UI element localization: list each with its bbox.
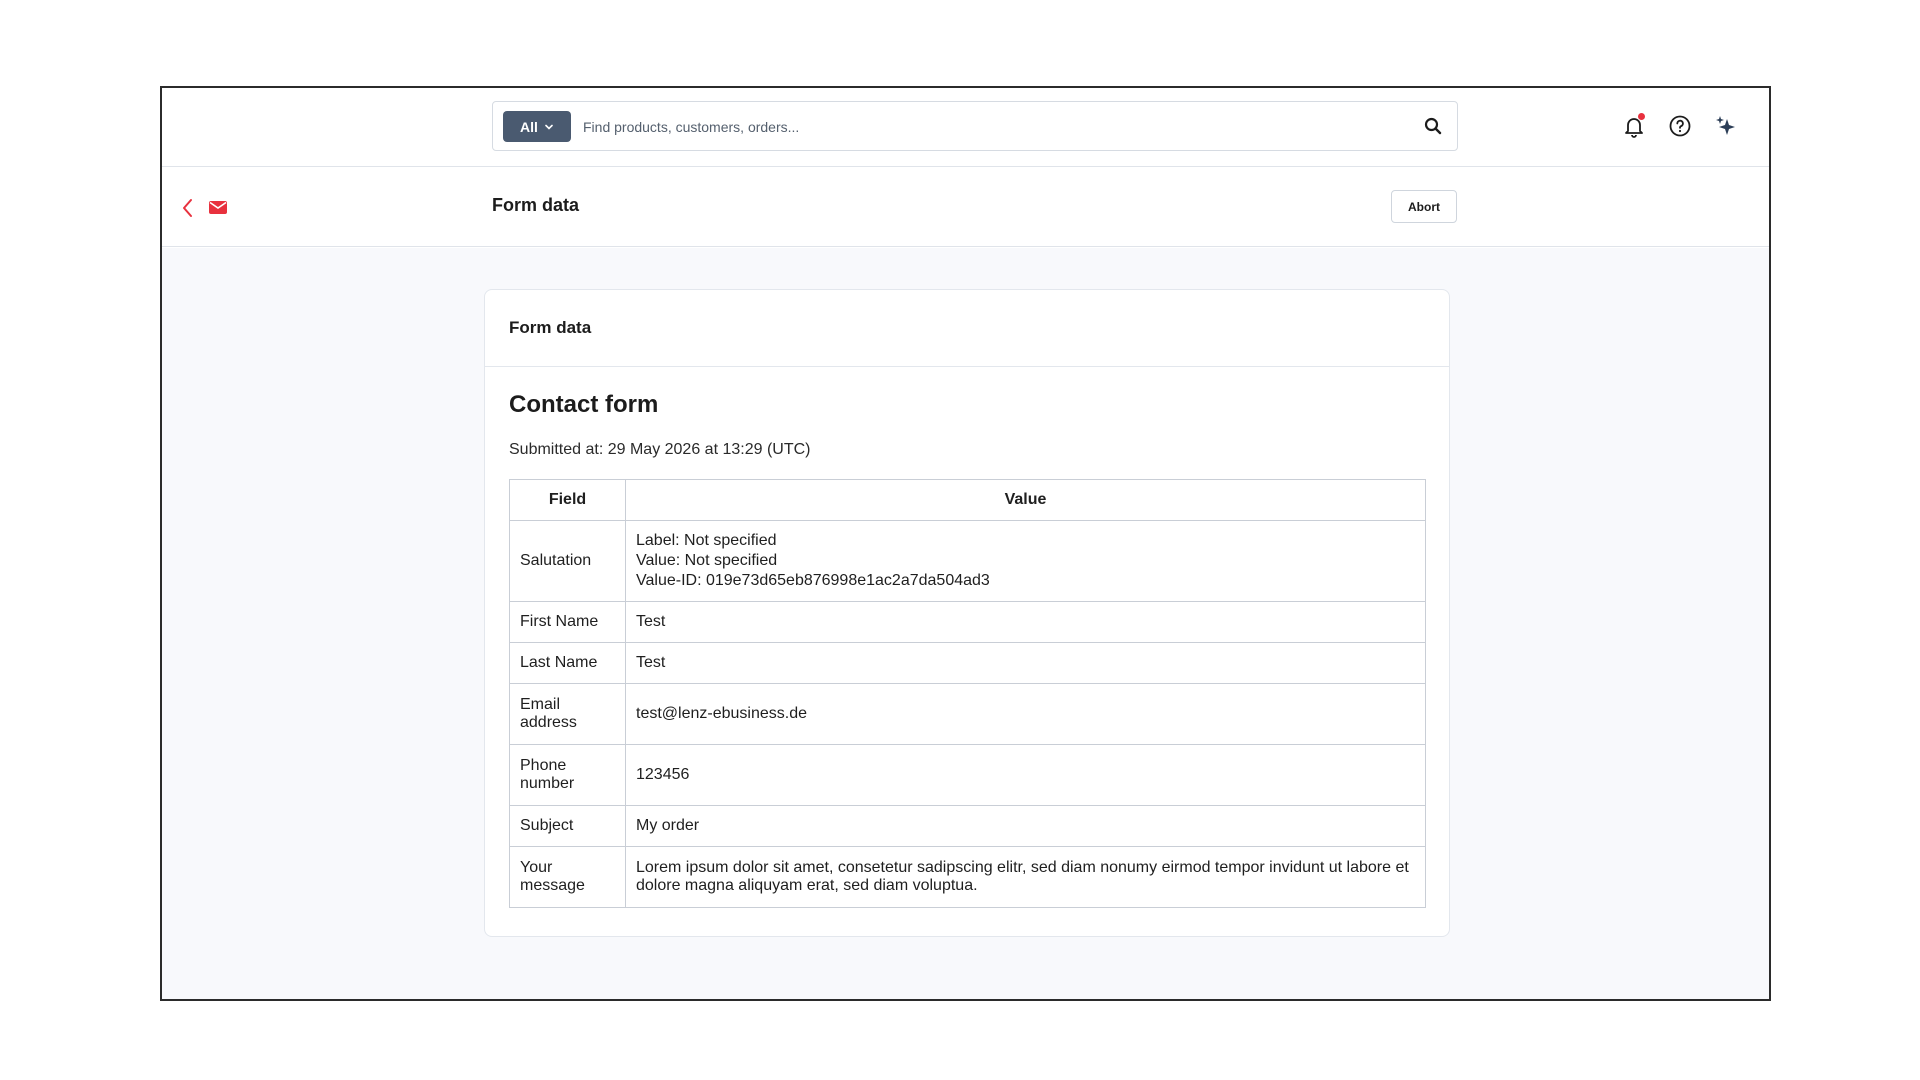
top-actions [1621,113,1739,139]
sparkle-icon [1716,116,1735,135]
global-search: All [492,101,1458,151]
page-header: Form data Abort [162,167,1769,247]
value-cell: test@lenz-ebusiness.de [625,683,1426,745]
notification-badge [1638,113,1645,120]
main-content: Form data Contact form Submitted at: 29 … [162,248,1769,999]
column-header-field: Field [509,479,626,521]
field-cell: Salutation [509,520,626,602]
search-filter-label: All [520,118,538,135]
search-icon[interactable] [1423,116,1443,136]
field-cell: Email address [509,683,626,745]
form-data-table: Field Value Salutation Label: Not specif… [509,479,1426,908]
form-title: Contact form [509,391,659,418]
table-row: Salutation Label: Not specified Value: N… [509,520,1426,602]
table-header-row: Field Value [509,479,1426,521]
field-cell: Your message [509,846,626,908]
value-cell: Lorem ipsum dolor sit amet, consetetur s… [625,846,1426,908]
table-row: First Name Test [509,601,1426,643]
field-cell: First Name [509,601,626,643]
page-title: Form data [492,195,580,215]
value-cell: Label: Not specified Value: Not specifie… [625,520,1426,602]
form-data-card: Form data Contact form Submitted at: 29 … [484,289,1450,937]
notifications-button[interactable] [1621,113,1647,139]
chevron-down-icon [545,124,553,130]
table-row: Your message Lorem ipsum dolor sit amet,… [509,846,1426,908]
table-row: Last Name Test [509,642,1426,684]
field-cell: Subject [509,805,626,847]
top-bar: All [162,88,1769,167]
app-window: All Find products, customers, orders... … [160,86,1771,1001]
back-arrow-icon[interactable] [180,197,196,219]
help-icon [1669,115,1691,137]
table-row: Subject My order [509,805,1426,847]
value-cell: 123456 [625,744,1426,806]
search-filter-dropdown[interactable]: All [503,111,571,142]
table-row: Email address test@lenz-ebusiness.de [509,683,1426,745]
search-input[interactable] [583,111,1383,142]
value-line: Value-ID: 019e73d65eb876998e1ac2a7da504a… [636,572,990,589]
submitted-timestamp: Submitted at: 29 May 2026 at 13:29 (UTC) [509,441,811,458]
column-header-value: Value [625,479,1426,521]
help-button[interactable] [1667,113,1693,139]
mail-icon [209,201,227,214]
value-cell: My order [625,805,1426,847]
value-cell: Test [625,601,1426,643]
value-line: Value: Not specified [636,552,778,569]
table-row: Phone number 123456 [509,744,1426,806]
field-cell: Last Name [509,642,626,684]
card-title: Form data [485,290,1449,367]
ai-assistant-button[interactable] [1713,113,1739,139]
field-cell: Phone number [509,744,626,806]
value-line: Label: Not specified [636,532,777,549]
abort-button[interactable]: Abort [1391,190,1457,223]
card-body: Contact form Submitted at: 29 May 2026 a… [485,367,1449,908]
value-cell: Test [625,642,1426,684]
